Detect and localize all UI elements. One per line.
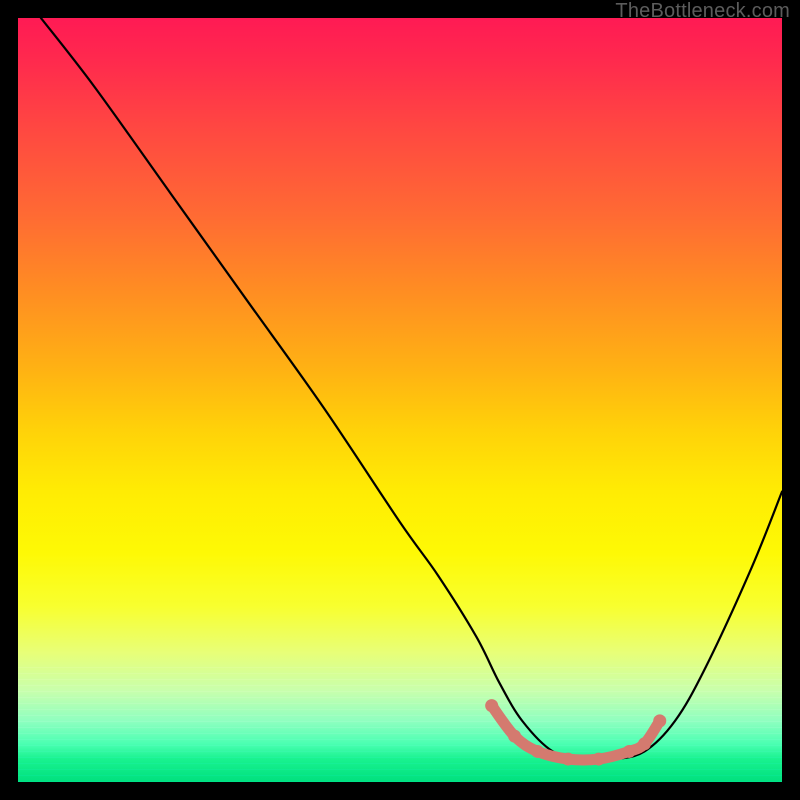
chart-svg <box>18 18 782 782</box>
plot-area <box>18 18 782 782</box>
marker-dot <box>531 745 544 758</box>
marker-dot <box>638 737 651 750</box>
chart-frame: TheBottleneck.com <box>0 0 800 800</box>
bottleneck-curve <box>41 18 782 760</box>
marker-dot <box>485 699 498 712</box>
marker-dot <box>623 745 636 758</box>
marker-dot <box>653 714 666 727</box>
marker-dot <box>592 753 605 766</box>
marker-dot <box>562 753 575 766</box>
marker-dot <box>508 730 521 743</box>
